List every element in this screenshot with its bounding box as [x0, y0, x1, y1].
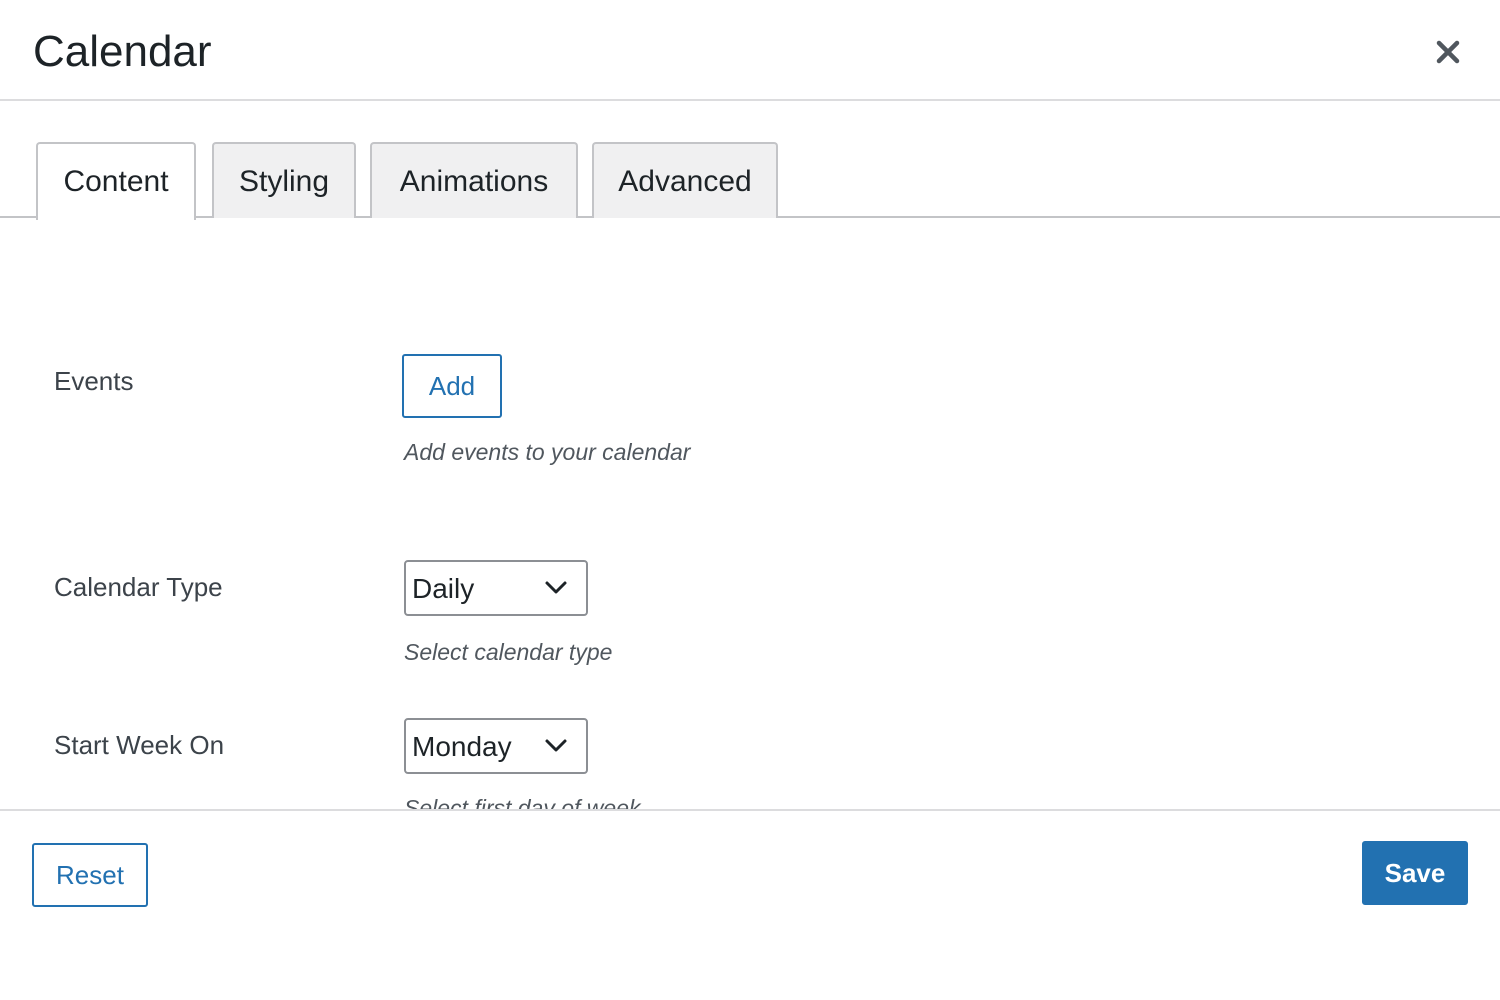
tab-animations[interactable]: Animations — [370, 142, 578, 218]
close-icon — [1436, 40, 1460, 64]
calendar-type-select[interactable]: Daily — [404, 560, 588, 616]
add-events-button[interactable]: Add — [402, 354, 502, 418]
settings-panel: Events Add Add events to your calendar C… — [0, 218, 1500, 809]
start-week-label: Start Week On — [54, 730, 225, 760]
chevron-down-icon — [545, 739, 567, 752]
modal-header: Calendar — [0, 0, 1500, 101]
save-button[interactable]: Save — [1362, 841, 1468, 905]
close-button[interactable] — [1430, 34, 1466, 70]
calendar-type-label: Calendar Type — [54, 572, 223, 602]
calendar-modal: Calendar Content Styling Animations Adva… — [0, 0, 1500, 1000]
tab-styling[interactable]: Styling — [212, 142, 356, 218]
start-week-select[interactable]: Monday — [404, 718, 588, 774]
start-week-help-text: Select first day of week — [404, 795, 641, 809]
calendar-type-value: Daily — [412, 573, 475, 604]
tab-bar: Content Styling Animations Advanced — [0, 142, 1500, 220]
reset-button[interactable]: Reset — [32, 843, 148, 907]
tab-advanced[interactable]: Advanced — [592, 142, 778, 218]
events-help-text: Add events to your calendar — [404, 439, 691, 465]
modal-title: Calendar — [33, 27, 212, 76]
chevron-down-icon — [545, 581, 567, 594]
events-label: Events — [54, 366, 134, 396]
calendar-type-help-text: Select calendar type — [404, 639, 613, 665]
tab-content[interactable]: Content — [36, 142, 196, 220]
modal-footer: Reset Save — [0, 809, 1500, 1000]
start-week-value: Monday — [412, 731, 512, 762]
